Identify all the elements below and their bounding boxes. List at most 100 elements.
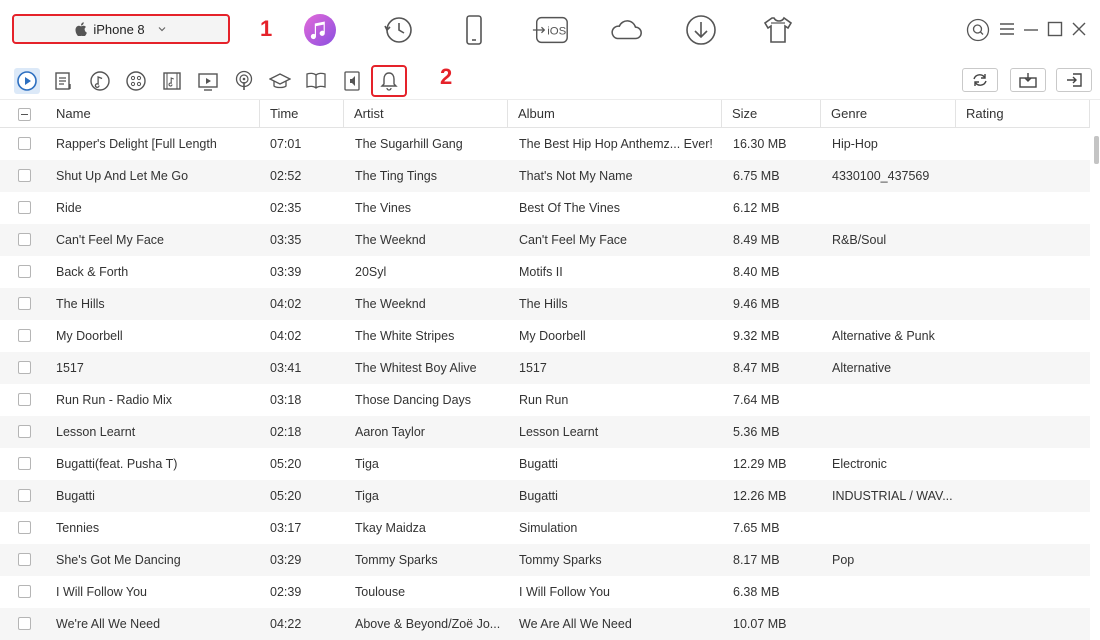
cell-rating bbox=[967, 480, 1087, 512]
book-icon[interactable] bbox=[303, 68, 329, 94]
cell-genre bbox=[832, 512, 952, 544]
chevron-down-icon bbox=[158, 27, 166, 32]
cell-name: 1517 bbox=[56, 361, 84, 375]
table-row[interactable]: Back & Forth 03:39 20Syl Motifs II 8.40 MB bbox=[0, 256, 1090, 288]
music-video-icon[interactable] bbox=[159, 68, 185, 94]
cell-rating bbox=[967, 512, 1087, 544]
row-checkbox[interactable] bbox=[18, 169, 31, 182]
cell-rating bbox=[967, 384, 1087, 416]
column-header-name[interactable]: Name bbox=[46, 100, 260, 128]
cell-time: 04:22 bbox=[270, 617, 302, 631]
cell-artist: The Vines bbox=[355, 201, 412, 215]
cell-name: Bugatti(feat. Pusha T) bbox=[56, 457, 178, 471]
cell-album: Simulation bbox=[519, 521, 578, 535]
account-icon[interactable] bbox=[966, 18, 990, 42]
song-table: Name Time Artist Album Size Genre Rating… bbox=[0, 100, 1100, 640]
column-header-artist[interactable]: Artist bbox=[344, 100, 508, 128]
column-header-time[interactable]: Time bbox=[260, 100, 344, 128]
table-row[interactable]: Bugatti 05:20 Tiga Bugatti 12.26 MB INDUSTRIA… bbox=[0, 480, 1090, 512]
cell-time: 07:01 bbox=[270, 137, 302, 151]
maximize-icon[interactable] bbox=[1046, 20, 1064, 38]
cell-rating bbox=[967, 608, 1087, 640]
table-row[interactable]: 1517 03:41 The Whitest Boy Alive 1517 8.47 M… bbox=[0, 352, 1090, 384]
scrollbar-thumb[interactable] bbox=[1094, 136, 1099, 164]
row-checkbox[interactable] bbox=[18, 329, 31, 342]
music-note-icon[interactable] bbox=[87, 68, 113, 94]
cell-size: 6.12 MB bbox=[733, 201, 780, 215]
row-checkbox[interactable] bbox=[18, 361, 31, 374]
audiobook-icon[interactable] bbox=[339, 68, 365, 94]
row-checkbox[interactable] bbox=[18, 425, 31, 438]
table-row[interactable]: She's Got Me Dancing 03:29 Tommy Sparks Tom… bbox=[0, 544, 1090, 576]
cell-genre bbox=[832, 576, 952, 608]
ios-mover-icon[interactable]: iOS bbox=[530, 12, 572, 48]
row-checkbox[interactable] bbox=[18, 137, 31, 150]
playlist-icon[interactable] bbox=[51, 68, 77, 94]
cell-name: The Hills bbox=[56, 297, 105, 311]
menu-icon[interactable] bbox=[998, 20, 1016, 38]
cell-size: 5.36 MB bbox=[733, 425, 780, 439]
movie-icon[interactable] bbox=[195, 68, 221, 94]
row-checkbox[interactable] bbox=[18, 265, 31, 278]
table-row[interactable]: We're All We Need 04:22 Above & Beyond/Zoë… bbox=[0, 608, 1090, 640]
cell-rating bbox=[967, 416, 1087, 448]
phone-device-icon[interactable] bbox=[456, 12, 492, 48]
table-row[interactable]: Rapper's Delight [Full Length 07:01 The Su… bbox=[0, 128, 1090, 160]
table-row[interactable]: Tennies 03:17 Tkay Maidza Simulation 7.65 MB bbox=[0, 512, 1090, 544]
table-row[interactable]: The Hills 04:02 The Weeknd The Hills 9.46 MB bbox=[0, 288, 1090, 320]
download-icon[interactable] bbox=[683, 12, 719, 48]
row-checkbox[interactable] bbox=[18, 393, 31, 406]
cell-time: 05:20 bbox=[270, 489, 302, 503]
icloud-icon[interactable] bbox=[606, 12, 646, 48]
cell-rating bbox=[967, 544, 1087, 576]
close-icon[interactable] bbox=[1070, 20, 1088, 38]
ringtone-bell-icon[interactable] bbox=[371, 65, 407, 97]
column-header-rating[interactable]: Rating bbox=[956, 100, 1090, 128]
table-row[interactable]: Lesson Learnt 02:18 Aaron Taylor Lesson Lea… bbox=[0, 416, 1090, 448]
table-row[interactable]: Can't Feel My Face 03:35 The Weeknd Can't F… bbox=[0, 224, 1090, 256]
itunes-u-icon[interactable] bbox=[267, 68, 293, 94]
row-checkbox[interactable] bbox=[18, 585, 31, 598]
voice-memo-icon[interactable] bbox=[123, 68, 149, 94]
music-play-icon[interactable] bbox=[14, 68, 40, 94]
table-row[interactable]: Run Run - Radio Mix 03:18 Those Dancing Da… bbox=[0, 384, 1090, 416]
itunes-music-icon[interactable] bbox=[302, 12, 338, 48]
table-row[interactable]: Shut Up And Let Me Go 02:52 The Ting Tings… bbox=[0, 160, 1090, 192]
cell-name: Back & Forth bbox=[56, 265, 129, 279]
tshirt-icon[interactable] bbox=[760, 12, 796, 48]
device-selector[interactable]: iPhone 8 bbox=[12, 14, 230, 44]
cell-artist: Those Dancing Days bbox=[355, 393, 472, 407]
table-row[interactable]: I Will Follow You 02:39 Toulouse I Will Fol… bbox=[0, 576, 1090, 608]
row-checkbox[interactable] bbox=[18, 297, 31, 310]
cell-time: 02:35 bbox=[270, 201, 302, 215]
table-row[interactable]: My Doorbell 04:02 The White Stripes My Door… bbox=[0, 320, 1090, 352]
row-checkbox[interactable] bbox=[18, 521, 31, 534]
row-checkbox[interactable] bbox=[18, 489, 31, 502]
add-to-device-icon bbox=[1019, 73, 1037, 88]
row-checkbox[interactable] bbox=[18, 457, 31, 470]
top-toolbar: iPhone 8 1 iOS bbox=[0, 0, 1100, 62]
row-checkbox[interactable] bbox=[18, 201, 31, 214]
scrollbar-track[interactable] bbox=[1092, 100, 1100, 640]
row-checkbox[interactable] bbox=[18, 233, 31, 246]
cell-rating bbox=[967, 128, 1087, 160]
row-checkbox[interactable] bbox=[18, 617, 31, 630]
podcast-icon[interactable] bbox=[231, 68, 257, 94]
table-row[interactable]: Ride 02:35 The Vines Best Of The Vines 6.12 … bbox=[0, 192, 1090, 224]
history-clock-icon[interactable] bbox=[380, 12, 416, 48]
table-row[interactable]: Bugatti(feat. Pusha T) 05:20 Tiga Bugatti 12… bbox=[0, 448, 1090, 480]
cell-album: My Doorbell bbox=[519, 329, 586, 343]
minimize-icon[interactable] bbox=[1022, 20, 1040, 38]
column-header-genre[interactable]: Genre bbox=[821, 100, 956, 128]
svg-text:iOS: iOS bbox=[547, 26, 566, 38]
column-header-album[interactable]: Album bbox=[508, 100, 722, 128]
export-to-computer-button[interactable] bbox=[1056, 68, 1092, 92]
select-all-checkbox[interactable] bbox=[18, 108, 31, 121]
cell-album: Best Of The Vines bbox=[519, 201, 620, 215]
cell-time: 04:02 bbox=[270, 329, 302, 343]
row-checkbox[interactable] bbox=[18, 553, 31, 566]
refresh-button[interactable] bbox=[962, 68, 998, 92]
column-header-size[interactable]: Size bbox=[722, 100, 821, 128]
cell-time: 02:52 bbox=[270, 169, 302, 183]
add-to-device-button[interactable] bbox=[1010, 68, 1046, 92]
